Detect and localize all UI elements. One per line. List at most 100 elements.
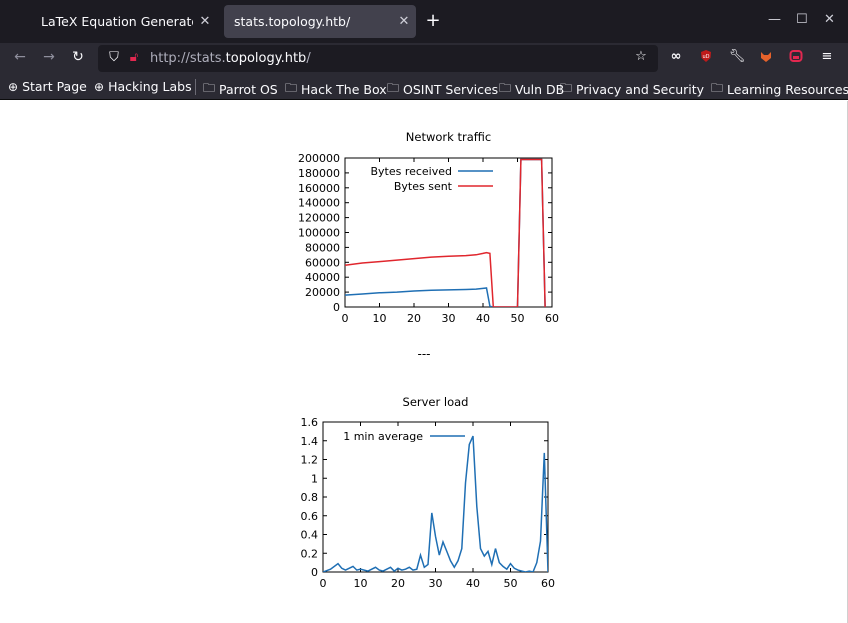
- close-icon[interactable]: ✕: [392, 14, 416, 29]
- y-tick-label: 1.6: [301, 416, 319, 429]
- bookmark-parrot-os[interactable]: 🗀︎ Parrot OS: [203, 79, 278, 100]
- chart-title: Server load: [403, 395, 469, 409]
- bookmark-label: Privacy and Security: [576, 82, 705, 97]
- chart-title: Network traffic: [406, 130, 491, 144]
- hackbar-icon[interactable]: [787, 49, 805, 67]
- bookmark-hacking-labs[interactable]: ⊕ Hacking Labs: [94, 79, 192, 94]
- separator-text: ---: [417, 347, 431, 361]
- y-tick-label: 100000: [298, 227, 340, 240]
- y-tick-label: 60000: [305, 256, 340, 269]
- globe-icon: ⊕: [94, 79, 105, 94]
- tab-title: stats.topology.htb/: [234, 14, 351, 29]
- series-line-0: [323, 435, 548, 572]
- y-tick-label: 1.2: [301, 454, 319, 467]
- x-tick-label: 20: [391, 577, 405, 590]
- folder-icon: 🗀︎: [711, 81, 724, 95]
- y-tick-label: 0.6: [301, 510, 319, 523]
- y-tick-label: 0.2: [301, 547, 319, 560]
- legend-label: 1 min average: [343, 430, 423, 443]
- url-suffix: /: [306, 51, 311, 66]
- url-bar[interactable]: ⛉ 🔓︎ http://stats.topology.htb/: [98, 45, 658, 72]
- tab-strip: LaTeX Equation Generator ✕ stats.topolog…: [0, 0, 848, 43]
- close-icon[interactable]: ✕: [193, 14, 217, 29]
- x-tick-label: 40: [466, 577, 480, 590]
- x-tick-label: 30: [442, 312, 456, 323]
- tab-stats[interactable]: stats.topology.htb/ ✕: [224, 5, 416, 38]
- legend-label: Bytes received: [370, 165, 452, 178]
- y-tick-label: 120000: [298, 212, 340, 225]
- bookmark-vuln-db[interactable]: 🗀︎ Vuln DB: [499, 79, 564, 100]
- bookmark-osint-services[interactable]: 🗀︎ OSINT Services: [387, 79, 498, 100]
- wrench-icon[interactable]: 🔧︎: [728, 49, 746, 64]
- bookmark-learning-resources[interactable]: 🗀︎ Learning Resources: [711, 79, 848, 100]
- bookmark-label: OSINT Services: [403, 82, 499, 97]
- network-traffic-chart: Network traffic 0 20000 40000 60000 800001000…: [298, 130, 559, 323]
- x-tick-label: 20: [407, 312, 421, 323]
- x-tick-label: 60: [541, 577, 555, 590]
- url-host: topology.htb: [225, 51, 307, 66]
- bookmark-start-page[interactable]: ⊕ Start Page: [8, 79, 87, 94]
- folder-icon: 🗀︎: [387, 81, 400, 95]
- bookmark-hack-the-box[interactable]: 🗀︎ Hack The Box: [285, 79, 387, 100]
- maximize-icon[interactable]: ☐: [796, 12, 808, 27]
- y-tick-label: 1: [311, 472, 318, 485]
- infinity-icon[interactable]: ∞: [667, 49, 685, 64]
- x-tick-label: 0: [342, 312, 349, 323]
- x-tick-label: 10: [354, 577, 368, 590]
- insecure-lock-icon[interactable]: 🔓︎: [125, 50, 143, 65]
- url-prefix: http://stats.: [150, 51, 226, 66]
- reload-icon[interactable]: ↻: [69, 49, 87, 65]
- y-tick-label: 40000: [305, 271, 340, 284]
- y-tick-label: 180000: [298, 167, 340, 180]
- y-tick-label: 1.4: [301, 435, 319, 448]
- close-window-icon[interactable]: ✕: [824, 12, 835, 27]
- folder-icon: 🗀︎: [203, 81, 216, 95]
- bookmark-label: Start Page: [22, 79, 87, 94]
- folder-icon: 🗀︎: [285, 81, 298, 95]
- y-tick-label: 80000: [305, 241, 340, 254]
- y-tick-label: 160000: [298, 182, 340, 195]
- y-tick-label: 0: [311, 566, 318, 579]
- legend-label: Bytes sent: [394, 180, 453, 193]
- bookmark-privacy-security[interactable]: 🗀︎ Privacy and Security: [560, 79, 704, 100]
- x-tick-label: 60: [545, 312, 559, 323]
- y-tick-label: 140000: [298, 197, 340, 210]
- bookmark-label: Hacking Labs: [108, 79, 192, 94]
- bookmark-label: Hack The Box: [301, 82, 387, 97]
- x-tick-label: 50: [504, 577, 518, 590]
- ublock-icon[interactable]: uD: [697, 49, 715, 67]
- plot-frame: [322, 421, 549, 573]
- bookmark-label: Vuln DB: [515, 82, 565, 97]
- x-tick-label: 40: [476, 312, 490, 323]
- bookmarks-separator: [195, 79, 196, 95]
- url-text: http://stats.topology.htb/: [150, 51, 311, 66]
- folder-icon: 🗀︎: [560, 81, 573, 95]
- menu-icon[interactable]: ≡: [818, 49, 836, 64]
- x-tick-label: 50: [511, 312, 525, 323]
- page-content: Network traffic 0 20000 40000 60000 80000 1000…: [0, 101, 848, 623]
- back-icon[interactable]: ←: [11, 49, 29, 65]
- navigation-toolbar: ← → ↻ ⛉ 🔓︎ http://stats.topology.htb/ ☆ …: [0, 43, 848, 74]
- bookmark-star-icon[interactable]: ☆: [632, 49, 650, 64]
- svg-text:uD: uD: [702, 54, 709, 60]
- y-tick-label: 0.8: [301, 491, 319, 504]
- server-load-chart: Server load 0 0.2 0.4 0.6 0.8 1 1.2 1.4 1.6 0 10 20 3…: [301, 395, 556, 590]
- forward-icon[interactable]: →: [40, 49, 58, 65]
- y-tick-label: 0.4: [301, 529, 319, 542]
- folder-icon: 🗀︎: [499, 81, 512, 95]
- shield-icon[interactable]: ⛉: [105, 50, 123, 65]
- globe-icon: ⊕: [8, 79, 19, 94]
- y-tick-label: 200000: [298, 152, 340, 165]
- foxyproxy-icon[interactable]: [757, 49, 775, 67]
- x-tick-label: 10: [373, 312, 387, 323]
- minimize-icon[interactable]: —: [768, 12, 781, 27]
- bookmarks-toolbar: ⊕ Start Page ⊕ Hacking Labs 🗀︎ Parrot OS 🗀︎…: [0, 74, 848, 100]
- bookmark-label: Parrot OS: [219, 82, 278, 97]
- y-tick-label: 20000: [305, 286, 340, 299]
- bookmark-label: Learning Resources: [727, 82, 848, 97]
- x-tick-label: 0: [320, 577, 327, 590]
- y-tick-label: 0: [333, 301, 340, 314]
- new-tab-button[interactable]: +: [422, 10, 444, 32]
- tab-title: LaTeX Equation Generator: [41, 14, 193, 29]
- tab-latex-generator[interactable]: LaTeX Equation Generator ✕: [31, 5, 217, 38]
